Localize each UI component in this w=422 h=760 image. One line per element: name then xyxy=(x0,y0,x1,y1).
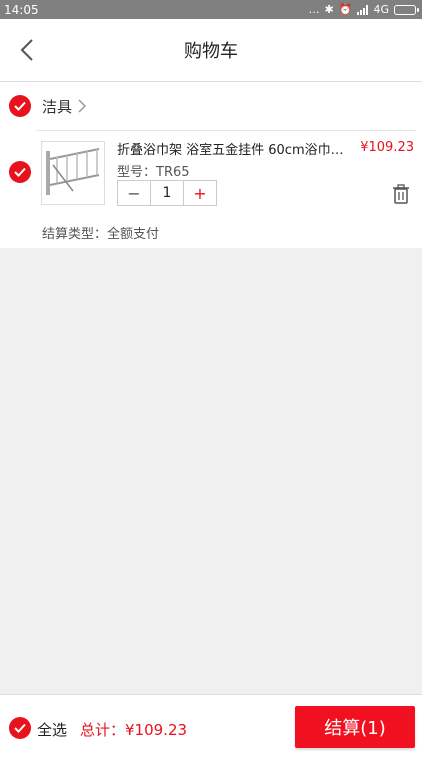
status-bar: 14:05 … ✱ ⏰ 4G xyxy=(0,0,422,19)
check-icon xyxy=(14,167,26,177)
chevron-right-icon[interactable] xyxy=(78,99,87,113)
trash-icon[interactable] xyxy=(392,184,410,204)
select-all-checkbox[interactable] xyxy=(9,717,31,739)
towel-rack-image xyxy=(46,148,100,195)
product-price: ¥109.23 xyxy=(360,140,414,155)
check-icon xyxy=(14,101,26,111)
bottom-bar: 全选 总计：¥109.23 结算(1) xyxy=(0,694,422,760)
battery-icon xyxy=(394,4,419,15)
product-title[interactable]: 折叠浴巾架 浴室五金挂件 60cm浴巾架... xyxy=(117,139,355,158)
product-image[interactable] xyxy=(41,141,105,205)
back-button[interactable] xyxy=(14,37,40,63)
page-title: 购物车 xyxy=(184,41,238,62)
quantity-value[interactable]: 1 xyxy=(151,181,183,205)
alarm-icon: ⏰ xyxy=(338,3,353,16)
chevron-left-icon xyxy=(20,39,33,61)
checkout-button[interactable]: 结算(1) xyxy=(295,706,415,748)
quantity-stepper: − 1 + xyxy=(117,180,217,206)
increase-button[interactable]: + xyxy=(183,181,216,205)
select-all-label[interactable]: 全选 xyxy=(37,719,67,740)
cart-section: 洁具 折叠浴巾架 浴室五金挂件 60cm浴巾架... ¥109.23 型号：TR… xyxy=(0,82,422,248)
status-icons: … ✱ ⏰ 4G xyxy=(308,3,419,16)
bluetooth-icon: ✱ xyxy=(324,3,334,16)
item-checkbox[interactable] xyxy=(9,161,31,183)
product-model: 型号：TR65 xyxy=(117,165,190,180)
network-type: 4G xyxy=(373,3,389,16)
shop-row: 洁具 xyxy=(0,82,422,130)
check-icon xyxy=(14,723,26,733)
signal-icon xyxy=(357,4,369,15)
total-price: 总计：¥109.23 xyxy=(80,721,188,739)
status-time: 14:05 xyxy=(4,2,39,17)
shop-name[interactable]: 洁具 xyxy=(42,96,72,117)
settle-type: 结算类型：全额支付 xyxy=(42,227,160,242)
header: 购物车 xyxy=(0,19,422,82)
divider xyxy=(36,130,416,131)
decrease-button[interactable]: − xyxy=(118,181,151,205)
ellipsis-icon: … xyxy=(308,3,320,16)
shop-checkbox[interactable] xyxy=(9,95,31,117)
